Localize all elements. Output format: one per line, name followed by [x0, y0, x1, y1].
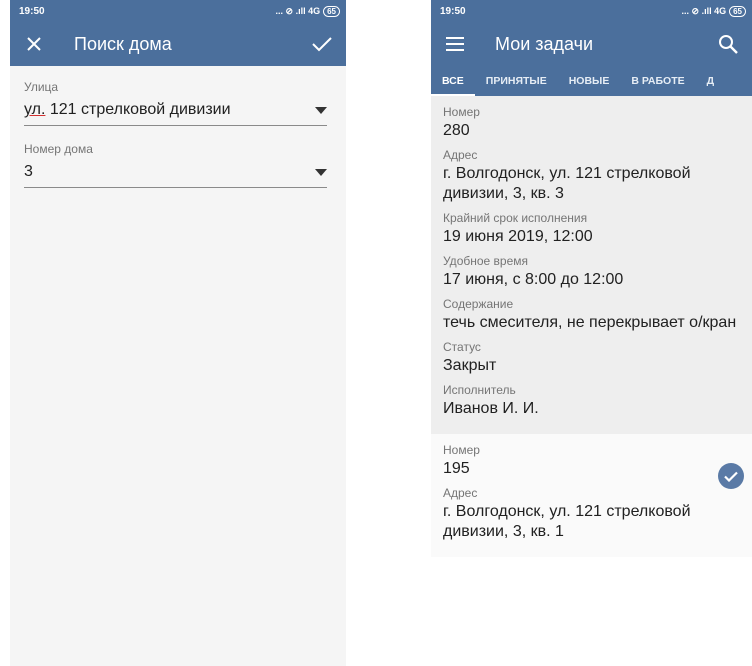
tab-all[interactable]: ВСЕ [431, 66, 475, 96]
task-list: Номер 280 Адрес г. Волгодонск, ул. 121 с… [431, 96, 752, 557]
signal-icons: ... ⊘ .ıll 4G [681, 5, 727, 16]
status-time: 19:50 [440, 5, 466, 17]
tab-new[interactable]: НОВЫЕ [558, 66, 621, 96]
status-indicators: ... ⊘ .ıll 4G 65 [275, 5, 340, 17]
check-circle-icon[interactable] [718, 463, 744, 489]
task-number: 280 [443, 122, 470, 139]
tab-more[interactable]: Д [696, 66, 725, 96]
status-indicators: ... ⊘ .ıll 4G 65 [681, 5, 746, 17]
task-tabs: ВСЕ ПРИНЯТЫЕ НОВЫЕ В РАБОТЕ Д [431, 66, 752, 96]
task-convenient-time: 17 июня, с 8:00 до 12:00 [443, 271, 624, 288]
content-label: Содержание [443, 297, 514, 311]
toolbar: Поиск дома [10, 22, 346, 66]
status-label: Статус [443, 340, 481, 354]
close-icon[interactable] [22, 32, 46, 56]
my-tasks-screen: 19:50 ... ⊘ .ıll 4G 65 Мои задачи ВСЕ ПР… [431, 0, 752, 666]
confirm-check-icon[interactable] [310, 32, 334, 56]
status-bar: 19:50 ... ⊘ .ıll 4G 65 [10, 0, 346, 22]
address-label: Адрес [443, 148, 478, 162]
battery-icon: 65 [323, 5, 340, 17]
convenient-time-label: Удобное время [443, 254, 529, 268]
task-card[interactable]: Номер 195 Адрес г. Волгодонск, ул. 121 с… [431, 434, 752, 557]
task-status: Закрыт [443, 357, 497, 374]
street-value-prefix: ул. [24, 101, 46, 118]
address-label: Адрес [443, 486, 478, 500]
page-title: Поиск дома [74, 33, 172, 54]
number-label: Номер [443, 105, 480, 119]
dropdown-arrow-icon [315, 101, 327, 119]
task-executor: Иванов И. И. [443, 400, 539, 417]
street-field: Улица ул. 121 стрелковой дивизии [24, 80, 334, 126]
executor-label: Исполнитель [443, 383, 516, 397]
task-number: 195 [443, 460, 470, 477]
tab-in-progress[interactable]: В РАБОТЕ [620, 66, 695, 96]
street-value: ул. 121 стрелковой дивизии [24, 101, 231, 119]
dropdown-arrow-icon [315, 163, 327, 181]
battery-icon: 65 [729, 5, 746, 17]
tab-accepted[interactable]: ПРИНЯТЫЕ [475, 66, 558, 96]
page-title: Мои задачи [495, 33, 594, 54]
task-address: г. Волгодонск, ул. 121 стрелковой дивизи… [443, 503, 691, 540]
task-address: г. Волгодонск, ул. 121 стрелковой дивизи… [443, 165, 691, 202]
toolbar: Мои задачи [431, 22, 752, 66]
house-number-field: Номер дома 3 [24, 142, 334, 188]
task-deadline: 19 июня 2019, 12:00 [443, 228, 593, 245]
house-number-label: Номер дома [24, 142, 93, 156]
task-content: течь смесителя, не перекрывает о/кран [443, 314, 737, 331]
street-value-rest: 121 стрелковой дивизии [45, 101, 231, 118]
deadline-label: Крайний срок исполнения [443, 211, 588, 225]
street-label: Улица [24, 80, 59, 94]
menu-icon[interactable] [443, 32, 467, 56]
task-card[interactable]: Номер 280 Адрес г. Волгодонск, ул. 121 с… [431, 96, 752, 434]
house-search-screen: 19:50 ... ⊘ .ıll 4G 65 Поиск дома Улица … [10, 0, 346, 666]
search-icon[interactable] [716, 32, 740, 56]
house-number-select[interactable]: 3 [24, 163, 327, 188]
street-select[interactable]: ул. 121 стрелковой дивизии [24, 101, 327, 126]
status-time: 19:50 [19, 5, 45, 17]
status-bar: 19:50 ... ⊘ .ıll 4G 65 [431, 0, 752, 22]
house-number-value: 3 [24, 163, 33, 180]
number-label: Номер [443, 443, 480, 457]
signal-icons: ... ⊘ .ıll 4G [275, 5, 321, 16]
search-form: Улица ул. 121 стрелковой дивизии Номер д… [10, 66, 346, 188]
